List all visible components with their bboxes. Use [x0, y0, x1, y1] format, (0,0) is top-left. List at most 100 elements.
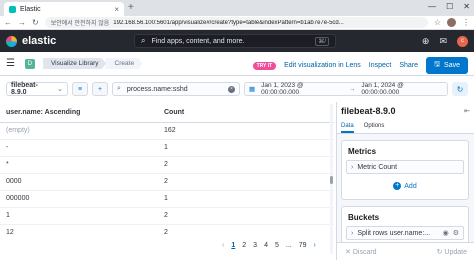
scrollbar-thumb[interactable] — [330, 176, 333, 184]
table-row: 0000 2 — [0, 173, 334, 191]
gear-icon[interactable]: ⚙ — [453, 229, 459, 237]
bucket-item[interactable]: › Split rows user.name:... ◉ ⚙ — [346, 226, 464, 240]
page-link-4[interactable]: 4 — [264, 242, 268, 249]
query-input[interactable]: ⌕ process.name:sshd × — [112, 82, 240, 96]
update-label: Update — [444, 248, 467, 256]
data-table: user.name: Ascending Count (empty) 162 -… — [0, 104, 334, 238]
global-search-placeholder: Find apps, content, and more. — [151, 37, 245, 45]
collapse-panel-icon[interactable]: ⇤ — [464, 107, 470, 115]
table-cell: * — [0, 156, 158, 174]
help-icon[interactable]: ⊕ — [422, 35, 430, 47]
page-link-5[interactable]: 5 — [275, 242, 279, 249]
elastic-logo[interactable]: elastic — [6, 35, 56, 47]
close-tab-icon[interactable]: × — [114, 5, 119, 14]
table-row: 12 2 — [0, 224, 334, 238]
previous-page-icon[interactable]: ‹ — [222, 242, 224, 249]
date-end[interactable]: Jan 1, 2024 @ 00:00:00.000 — [361, 82, 443, 96]
news-icon[interactable]: ✉ — [439, 35, 447, 47]
page-link-3[interactable]: 3 — [253, 242, 257, 249]
refresh-button[interactable]: ↻ — [452, 82, 468, 96]
table-cell: 000000 — [0, 190, 158, 208]
back-icon[interactable]: ← — [4, 17, 12, 29]
kibana-header: elastic ⌕ Find apps, content, and more. … — [0, 30, 474, 52]
calendar-icon[interactable]: ▦ — [249, 85, 255, 93]
date-range-picker[interactable]: ▦ Jan 1, 2023 @ 00:00:00.000 → Jan 1, 20… — [244, 82, 448, 96]
browser-tab[interactable]: Elastic × — [4, 2, 124, 16]
table-cell: 2 — [158, 224, 334, 238]
table-cell: 2 — [158, 156, 334, 174]
breadcrumb-visualize-library[interactable]: Visualize Library — [42, 58, 107, 69]
plus-icon: + — [97, 85, 103, 93]
edit-in-lens-link[interactable]: Edit visualization in Lens — [284, 62, 361, 69]
reload-icon[interactable]: ↻ — [32, 17, 39, 29]
clear-query-icon[interactable]: × — [228, 85, 235, 93]
side-panel-header: filebeat-8.9.0 ⇤ — [337, 102, 474, 120]
insecure-warning: 보안에서 안전하지 않음 — [50, 21, 110, 27]
global-search-input[interactable]: ⌕ Find apps, content, and more. ⌘/ — [134, 34, 336, 48]
browser-menu-icon[interactable]: ⋮ — [462, 17, 470, 29]
plus-circle-icon: + — [393, 182, 402, 190]
inspect-link[interactable]: Inspect — [369, 62, 392, 69]
table-row: 1 2 — [0, 207, 334, 225]
share-link[interactable]: Share — [399, 62, 418, 69]
chevron-down-icon: ⌄ — [57, 86, 63, 93]
page-link-79[interactable]: 79 — [299, 242, 307, 249]
discard-label: Discard — [352, 248, 377, 256]
try-it-badge: TRY IT — [252, 61, 277, 70]
url-field[interactable]: 보안에서 안전하지 않음 192.168.56.100:5601/app/vis… — [44, 17, 428, 28]
add-filter-button[interactable]: + — [92, 82, 108, 96]
query-text: process.name:sshd — [126, 85, 188, 93]
user-avatar[interactable]: c — [457, 35, 468, 47]
query-bar: filebeat-8.9.0 ⌄ ≡ + ⌕ process.name:sshd… — [0, 76, 474, 102]
elastic-logo-icon — [6, 35, 17, 47]
chevron-right-icon[interactable]: › — [351, 164, 353, 171]
maximize-icon[interactable]: ☐ — [446, 1, 453, 13]
chevron-right-icon[interactable]: › — [351, 230, 353, 237]
bookmark-star-icon[interactable]: ☆ — [434, 17, 441, 29]
editor-side-panel: filebeat-8.9.0 ⇤ Data Options Metrics › … — [336, 102, 474, 260]
table-row: * 2 — [0, 156, 334, 174]
search-shortcut: ⌘/ — [315, 36, 329, 46]
save-button[interactable]: 🖫 Save — [426, 57, 468, 74]
breadcrumb-create: Create — [104, 58, 143, 69]
minimize-icon[interactable]: — — [428, 1, 436, 13]
date-start[interactable]: Jan 1, 2023 @ 00:00:00.000 — [261, 82, 343, 96]
next-page-icon[interactable]: › — [314, 242, 316, 249]
table-row: (empty) 162 — [0, 122, 334, 140]
new-tab-icon[interactable]: + — [128, 2, 134, 14]
elastic-favicon-icon — [9, 5, 16, 13]
column-header-user-name[interactable]: user.name: Ascending — [0, 104, 158, 123]
tab-data[interactable]: Data — [341, 120, 354, 133]
metric-item[interactable]: › Metric Count — [346, 160, 464, 174]
cross-icon: ✕ — [345, 248, 351, 256]
discard-button[interactable]: ✕ Discard — [345, 248, 377, 256]
browser-profile-avatar[interactable] — [447, 18, 456, 27]
data-view-picker[interactable]: filebeat-8.9.0 ⌄ — [6, 82, 68, 96]
forward-icon[interactable]: → — [18, 17, 26, 29]
space-avatar[interactable]: D — [24, 58, 35, 69]
hamburger-menu-icon[interactable]: ☰ — [6, 58, 15, 69]
filter-options-button[interactable]: ≡ — [72, 82, 88, 96]
page-ellipsis: ... — [285, 242, 292, 249]
tab-options[interactable]: Options — [364, 120, 385, 133]
table-cell: 2 — [158, 207, 334, 225]
table-scrollbar[interactable] — [330, 104, 333, 254]
buckets-section: Buckets › Split rows user.name:... ◉ ⚙ — [341, 206, 469, 246]
column-header-count[interactable]: Count — [158, 104, 334, 123]
update-button[interactable]: ↻ Update — [437, 248, 467, 256]
buckets-title: Buckets — [348, 213, 380, 222]
brand-name: elastic — [22, 35, 57, 47]
add-metric-button[interactable]: + Add — [342, 182, 468, 190]
side-panel-tabs: Data Options — [337, 120, 474, 134]
eye-icon[interactable]: ◉ — [443, 229, 449, 237]
side-panel-title: filebeat-8.9.0 — [341, 106, 396, 116]
table-cell: 0000 — [0, 173, 158, 191]
data-view-name: filebeat-8.9.0 — [11, 82, 38, 96]
page-link-1[interactable]: 1 — [231, 242, 235, 249]
browser-tabbar: Elastic × + — ☐ ✕ — [0, 0, 474, 16]
browser-addressbar: ← → ↻ 보안에서 안전하지 않음 192.168.56.100:5601/a… — [0, 16, 474, 30]
table-cell: (empty) — [0, 122, 158, 140]
page-link-2[interactable]: 2 — [242, 242, 246, 249]
close-window-icon[interactable]: ✕ — [463, 1, 470, 13]
save-icon: 🖫 — [434, 61, 441, 68]
